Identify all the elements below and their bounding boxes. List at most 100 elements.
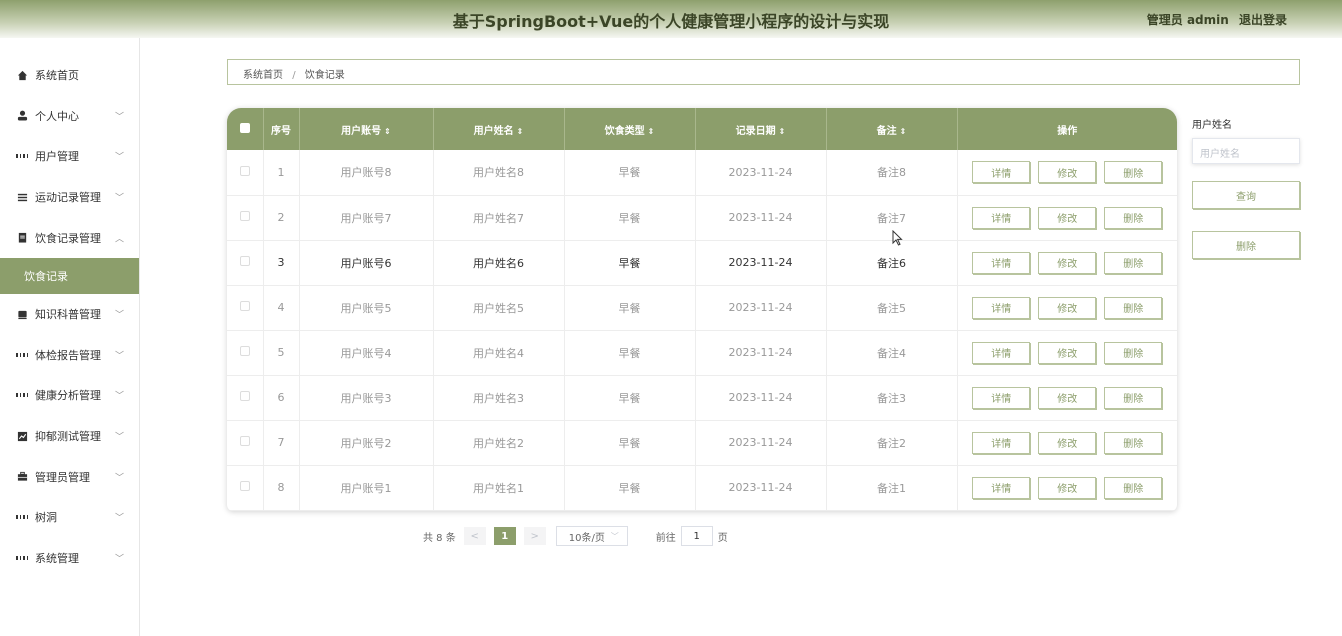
- goto-page-input[interactable]: 1: [680, 526, 713, 546]
- delete-button[interactable]: 删除: [1104, 161, 1163, 184]
- select-all-checkbox[interactable]: [239, 122, 250, 133]
- query-button[interactable]: 查询: [1192, 181, 1300, 209]
- row-select-cell[interactable]: [227, 195, 264, 241]
- sidebar-item-health-analysis[interactable]: 健康分析管理 ﹀: [0, 375, 139, 416]
- edit-button[interactable]: 修改: [1038, 206, 1097, 229]
- sidebar-item-admins[interactable]: 管理员管理 ﹀: [0, 456, 139, 497]
- delete-button[interactable]: 删除: [1104, 476, 1163, 499]
- table-row[interactable]: 3 用户账号6 用户姓名6 早餐 2023-11-24 备注6 详情 修改 删除: [227, 240, 1177, 286]
- edit-button[interactable]: 修改: [1038, 341, 1097, 364]
- delete-button[interactable]: 删除: [1104, 251, 1163, 274]
- select-all-header[interactable]: [227, 108, 264, 150]
- detail-button[interactable]: 详情: [972, 161, 1031, 184]
- table-header-row: 序号 用户账号 ⇕ 用户姓名 ⇕ 饮食类型 ⇕ 记录日期 ⇕ 备注 ⇕ 操作: [227, 108, 1177, 150]
- row-checkbox[interactable]: [239, 301, 250, 311]
- cell-index: 3: [263, 240, 300, 286]
- row-select-cell[interactable]: [227, 330, 264, 376]
- row-checkbox[interactable]: [239, 391, 250, 401]
- sidebar-item-knowledge[interactable]: 知识科普管理 ﹀: [0, 294, 139, 335]
- row-checkbox[interactable]: [239, 346, 250, 356]
- sort-icon[interactable]: ⇕: [384, 127, 391, 136]
- column-header-date[interactable]: 记录日期 ⇕: [695, 108, 827, 150]
- row-select-cell[interactable]: [227, 240, 264, 286]
- delete-button[interactable]: 删除: [1104, 296, 1163, 319]
- row-select-cell[interactable]: [227, 375, 264, 421]
- sidebar-item-home[interactable]: 系统首页: [0, 55, 139, 96]
- cell-type: 早餐: [564, 375, 696, 421]
- page-size-select[interactable]: 10条/页 ﹀: [555, 526, 628, 546]
- edit-button[interactable]: 修改: [1038, 161, 1097, 184]
- sidebar-item-users[interactable]: 用户管理 ﹀: [0, 136, 139, 177]
- column-label: 记录日期: [735, 125, 776, 137]
- sort-icon[interactable]: ⇕: [517, 127, 524, 136]
- sidebar-item-depression-test[interactable]: 抑郁测试管理 ﹀: [0, 416, 139, 457]
- breadcrumb-current: 饮食记录: [304, 70, 345, 81]
- delete-button[interactable]: 删除: [1104, 431, 1163, 454]
- sort-icon[interactable]: ⇕: [648, 127, 655, 136]
- delete-button[interactable]: 删除: [1104, 386, 1163, 409]
- column-label: 用户姓名: [473, 125, 514, 137]
- sidebar-item-system[interactable]: 系统管理 ﹀: [0, 538, 139, 579]
- column-header-note[interactable]: 备注 ⇕: [826, 108, 958, 150]
- table-row[interactable]: 4 用户账号5 用户姓名5 早餐 2023-11-24 备注5 详情 修改 删除: [227, 285, 1177, 331]
- logout-link[interactable]: 退出登录: [1239, 13, 1287, 27]
- batch-delete-button[interactable]: 删除: [1192, 231, 1300, 259]
- edit-button[interactable]: 修改: [1038, 431, 1097, 454]
- row-checkbox[interactable]: [239, 436, 250, 446]
- table-row[interactable]: 6 用户账号3 用户姓名3 早餐 2023-11-24 备注3 详情 修改 删除: [227, 375, 1177, 421]
- edit-button[interactable]: 修改: [1038, 476, 1097, 499]
- sidebar-item-diet[interactable]: 饮食记录管理 ︿: [0, 217, 139, 258]
- table-row[interactable]: 8 用户账号1 用户姓名1 早餐 2023-11-24 备注1 详情 修改 删除: [227, 465, 1177, 511]
- cell-index: 6: [263, 375, 300, 421]
- detail-button[interactable]: 详情: [972, 476, 1031, 499]
- cell-actions: 详情 修改 删除: [957, 285, 1177, 331]
- cell-actions: 详情 修改 删除: [957, 240, 1177, 286]
- row-checkbox[interactable]: [239, 165, 250, 176]
- search-input[interactable]: 用户姓名: [1192, 138, 1300, 164]
- table-row[interactable]: 1 用户账号8 用户姓名8 早餐 2023-11-24 备注8 详情 修改 删除: [227, 150, 1177, 196]
- edit-button[interactable]: 修改: [1038, 251, 1097, 274]
- row-select-cell[interactable]: [227, 420, 264, 466]
- grid-icon: [16, 552, 28, 564]
- home-icon: [16, 69, 28, 81]
- row-select-cell[interactable]: [227, 285, 264, 331]
- delete-button[interactable]: 删除: [1104, 206, 1163, 229]
- sidebar-item-profile[interactable]: 个人中心 ﹀: [0, 96, 139, 137]
- column-header-type[interactable]: 饮食类型 ⇕: [564, 108, 696, 150]
- detail-button[interactable]: 详情: [972, 386, 1031, 409]
- column-header-name[interactable]: 用户姓名 ⇕: [433, 108, 565, 150]
- detail-button[interactable]: 详情: [972, 251, 1031, 274]
- cell-note: 备注5: [826, 285, 958, 331]
- table-row[interactable]: 7 用户账号2 用户姓名2 早餐 2023-11-24 备注2 详情 修改 删除: [227, 420, 1177, 466]
- column-header-account[interactable]: 用户账号 ⇕: [299, 108, 434, 150]
- prev-page-button[interactable]: <: [463, 527, 486, 545]
- sort-icon[interactable]: ⇕: [900, 127, 907, 136]
- delete-button[interactable]: 删除: [1104, 341, 1163, 364]
- cell-type: 早餐: [564, 285, 696, 331]
- sidebar-item-treehole[interactable]: 树洞 ﹀: [0, 497, 139, 538]
- sidebar-item-exercise[interactable]: 运动记录管理 ﹀: [0, 177, 139, 218]
- row-select-cell[interactable]: [227, 465, 264, 511]
- table-row[interactable]: 2 用户账号7 用户姓名7 早餐 2023-11-24 备注7 详情 修改 删除: [227, 195, 1177, 241]
- row-select-cell[interactable]: [227, 150, 264, 196]
- sidebar-item-diet-records[interactable]: 饮食记录: [0, 257, 139, 294]
- breadcrumb-home[interactable]: 系统首页: [243, 70, 283, 81]
- detail-button[interactable]: 详情: [972, 206, 1031, 229]
- next-page-button[interactable]: >: [523, 527, 546, 545]
- detail-button[interactable]: 详情: [972, 431, 1031, 454]
- sidebar-item-checkup[interactable]: 体检报告管理 ﹀: [0, 335, 139, 376]
- cell-index: 5: [263, 330, 300, 376]
- row-checkbox[interactable]: [239, 481, 250, 491]
- page-number-button[interactable]: 1: [493, 527, 516, 545]
- detail-button[interactable]: 详情: [972, 296, 1031, 319]
- row-checkbox[interactable]: [239, 211, 250, 221]
- user-icon: [16, 110, 28, 122]
- chevron-down-icon: ﹀: [114, 554, 124, 565]
- detail-button[interactable]: 详情: [972, 341, 1031, 364]
- sort-icon[interactable]: ⇕: [779, 127, 786, 136]
- table-row[interactable]: 5 用户账号4 用户姓名4 早餐 2023-11-24 备注4 详情 修改 删除: [227, 330, 1177, 376]
- edit-button[interactable]: 修改: [1038, 386, 1097, 409]
- cell-type: 早餐: [564, 420, 696, 466]
- edit-button[interactable]: 修改: [1038, 296, 1097, 319]
- row-checkbox[interactable]: [239, 256, 250, 266]
